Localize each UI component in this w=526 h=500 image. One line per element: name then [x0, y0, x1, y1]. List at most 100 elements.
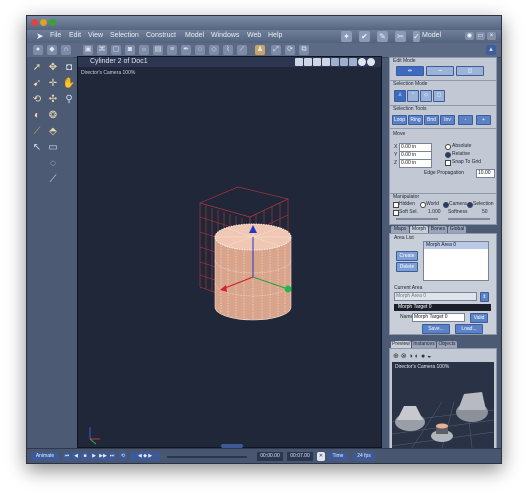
object-icon[interactable]: ● [33, 45, 43, 55]
softness-slider[interactable] [448, 218, 490, 220]
sphere-icon[interactable]: ○ [195, 45, 205, 55]
menu-view[interactable]: View [88, 32, 103, 39]
menu-help[interactable]: Help [268, 32, 282, 39]
time-toggle-icon[interactable]: ✕ [317, 452, 325, 461]
load-button[interactable]: Load... [455, 324, 483, 334]
play-icon[interactable]: ▶ [90, 452, 98, 461]
end-time-field[interactable]: 00:07.00 [287, 452, 313, 461]
link-icon[interactable]: ⌘ [97, 45, 107, 55]
relative-radio[interactable] [445, 152, 451, 158]
window-close-icon[interactable]: × [487, 32, 496, 40]
preview-controls-icon[interactable]: ⊕ ⊗ ◑ ◐ ● ◒ [393, 352, 431, 360]
valid-button[interactable]: Valid [470, 313, 488, 323]
window-restore-icon[interactable]: ▭ [476, 32, 485, 40]
tab-objects[interactable]: Objects [437, 341, 457, 348]
prev-frame-icon[interactable]: ◀ [72, 452, 80, 461]
translate-icon[interactable]: ✛ [46, 77, 60, 91]
tab-bones[interactable]: Bones [429, 226, 447, 233]
edit-mode-edges-button[interactable]: ⊸ [426, 66, 454, 76]
rotate-icon[interactable]: ⟲ [30, 93, 44, 107]
lighting-sphere-icon[interactable] [367, 58, 375, 66]
select-face-icon[interactable]: ◇ [420, 90, 432, 102]
deform-icon[interactable]: ⤢ [271, 45, 281, 55]
menu-edit[interactable]: Edit [69, 32, 81, 39]
3d-viewport[interactable]: Cylinder 2 of Doc1 Director's Camera 100… [77, 56, 382, 448]
zoom-icon[interactable]: ⚲ [62, 93, 76, 107]
timeline-scrubber[interactable] [167, 456, 247, 458]
current-area-dropdown-icon[interactable]: ⇕ [480, 292, 489, 302]
orbit-icon[interactable]: ✣ [46, 93, 60, 107]
edit-mode-faces-button[interactable]: ◫ [456, 66, 484, 76]
shading-icon[interactable] [349, 58, 357, 66]
ring-button[interactable]: Ring [408, 115, 423, 125]
taper-icon[interactable]: ⟋ [30, 125, 44, 139]
camera-select-icon[interactable] [331, 58, 339, 66]
move-z-field[interactable]: 0.00 in [399, 159, 432, 168]
room-paint-icon[interactable]: ✎ [377, 31, 388, 42]
render-sphere-icon[interactable] [358, 58, 366, 66]
loop-button[interactable]: Loop [392, 115, 407, 125]
shapes-icon[interactable]: ◇ [209, 45, 219, 55]
minimize-window-button[interactable] [40, 19, 47, 26]
boundary-button[interactable]: Bnd [424, 115, 439, 125]
light-icon[interactable]: ☼ [139, 45, 149, 55]
move-icon[interactable]: ✥ [46, 61, 60, 75]
current-area-field[interactable]: Morph Area 0 [394, 292, 477, 301]
next-frame-icon[interactable]: ▶▶ [99, 452, 107, 461]
fps-dropdown[interactable]: 24 fps [353, 452, 375, 461]
grow-selection-button[interactable]: + [476, 115, 491, 125]
universal-icon[interactable]: ❂ [46, 109, 60, 123]
delete-area-button[interactable]: Delete [396, 262, 418, 272]
save-button[interactable]: Save... [422, 324, 450, 334]
align-icon[interactable]: ≡ [167, 45, 177, 55]
first-frame-icon[interactable]: ⏮ [63, 452, 71, 461]
view-split-icon[interactable] [304, 58, 312, 66]
area-list-item[interactable]: Morph Area 0 [424, 242, 488, 249]
camera-rotate-icon[interactable] [340, 58, 348, 66]
cube-icon[interactable]: ▣ [83, 45, 93, 55]
menu-windows[interactable]: Windows [211, 32, 239, 39]
bend-icon[interactable]: ⟳ [285, 45, 295, 55]
soft-sel-slider[interactable] [396, 218, 438, 220]
absolute-radio[interactable] [445, 144, 451, 150]
brush-icon[interactable]: ⌇ [223, 45, 233, 55]
select-object-icon[interactable]: ▢ [433, 90, 445, 102]
room-render-icon[interactable]: ✓ [413, 31, 420, 42]
zoom-window-button[interactable] [49, 19, 56, 26]
view-single-icon[interactable] [295, 58, 303, 66]
select-vertex-icon[interactable]: ⅄ [394, 90, 406, 102]
hand-icon[interactable]: ✋ [62, 77, 76, 91]
area-list[interactable]: Morph Area 0 [423, 241, 489, 281]
loop-icon[interactable]: ⟲ [119, 452, 127, 461]
lasso-select-icon[interactable]: ◌ [46, 157, 60, 171]
shrink-selection-button[interactable]: - [458, 115, 473, 125]
paint-select-icon[interactable]: ⟋ [46, 173, 60, 187]
stop-icon[interactable]: ■ [81, 452, 89, 461]
view-grid-icon[interactable] [322, 58, 330, 66]
pen-icon[interactable]: ✒ [181, 45, 191, 55]
edge-propagation-field[interactable]: 10.00 [476, 169, 495, 178]
room-build-icon[interactable]: ✦ [341, 31, 352, 42]
tab-global[interactable]: Global [448, 226, 466, 233]
select-edge-icon[interactable]: ⌃ [407, 90, 419, 102]
keyframe-controls[interactable]: ◀ ◆ ▶ [130, 452, 160, 461]
frame-icon[interactable]: ▢ [111, 45, 121, 55]
time-mode-dropdown[interactable]: Time [328, 452, 348, 461]
group-icon[interactable]: ▤ [153, 45, 163, 55]
tab-morph[interactable]: Morph [410, 226, 428, 233]
magnet-icon[interactable]: ∩ [61, 45, 71, 55]
menu-file[interactable]: File [50, 32, 61, 39]
edit-mode-points-button[interactable]: ⇹ [396, 66, 424, 76]
last-frame-icon[interactable]: ⏭ [108, 452, 116, 461]
camera-move-icon[interactable]: ◘ [62, 61, 76, 75]
geometry-icon[interactable]: ◆ [47, 45, 57, 55]
room-model-icon[interactable]: ✔ [359, 31, 370, 42]
window-options-icon[interactable]: ◉ [465, 32, 474, 40]
menu-construct[interactable]: Construct [146, 32, 176, 39]
tab-maps[interactable]: Maps [391, 226, 409, 233]
invert-button[interactable]: Inv [440, 115, 455, 125]
lasso-icon[interactable]: ↖ [30, 141, 44, 155]
panel-toggle-icon[interactable]: ▴ [486, 45, 496, 55]
direct-select-icon[interactable]: ➹ [30, 77, 44, 91]
create-area-button[interactable]: Create [396, 251, 418, 261]
